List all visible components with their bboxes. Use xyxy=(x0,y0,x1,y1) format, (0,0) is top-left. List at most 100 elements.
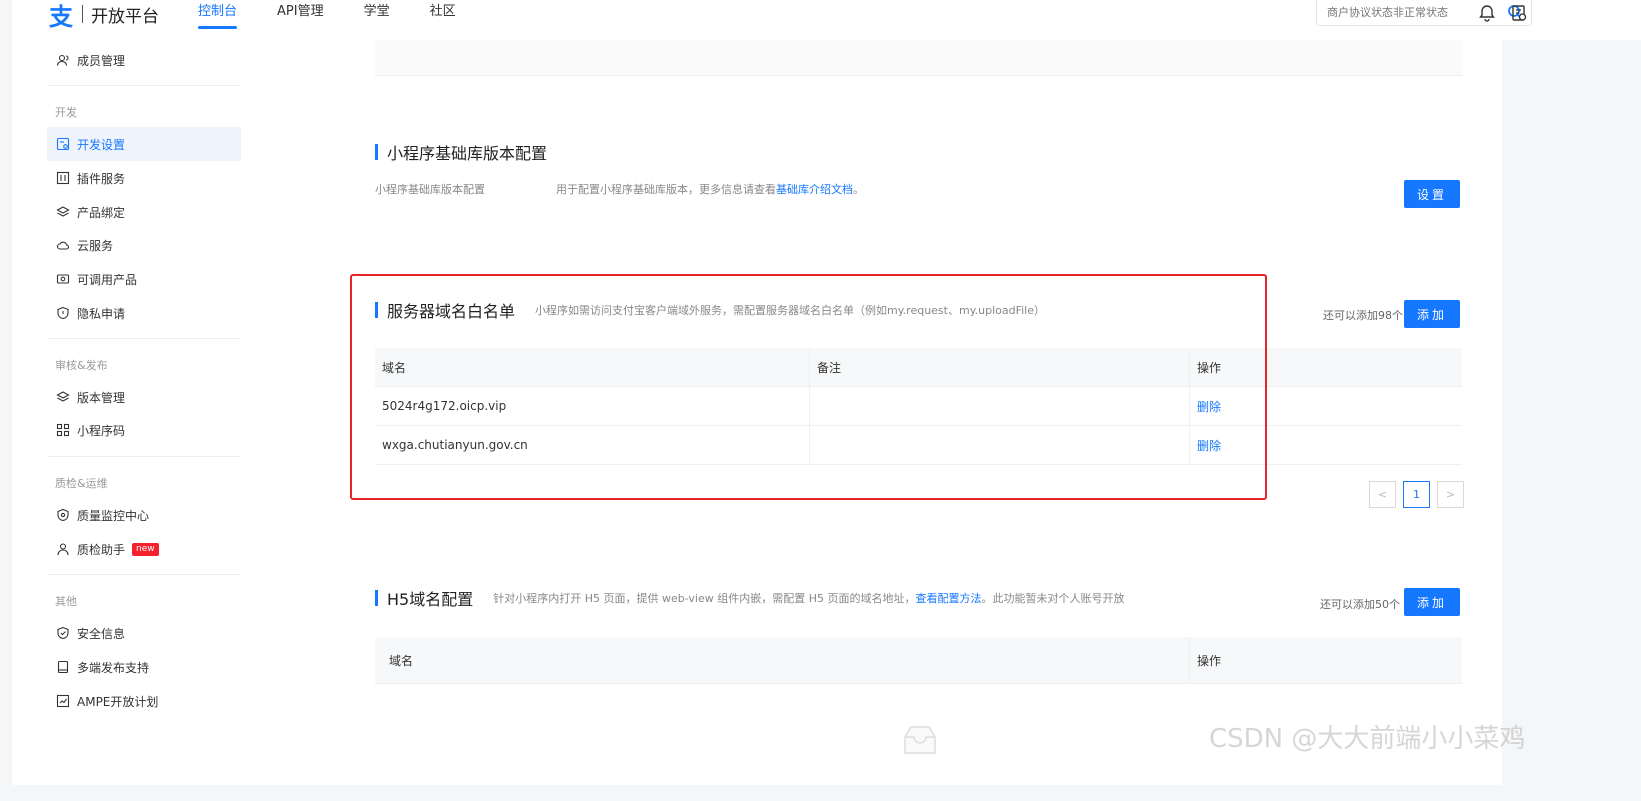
search-box xyxy=(1316,0,1532,26)
layers-icon xyxy=(56,391,70,402)
base-lib-doc-link[interactable]: 基础库介绍文档 xyxy=(776,183,853,196)
title-accent-bar xyxy=(375,590,378,606)
layers-icon xyxy=(56,206,70,217)
sidebar-item-qa-assistant[interactable]: 质检助手 new xyxy=(47,532,241,566)
search-input[interactable] xyxy=(1327,6,1497,19)
sidebar-item-qrcode[interactable]: 小程序码 xyxy=(47,413,241,447)
section-title-text: 服务器域名白名单 xyxy=(387,302,516,321)
grid-icon xyxy=(56,423,70,437)
shield-icon xyxy=(57,306,69,320)
base-lib-title: 小程序基础库版本配置 xyxy=(375,140,547,164)
plugin-icon xyxy=(56,171,70,185)
members-icon xyxy=(56,54,69,66)
server-domain-title: 服务器域名白名单 小程序如需访问支付宝客户端域外服务，需配置服务器域名白名单（例… xyxy=(375,298,1045,322)
sidebar-item-label: 质量监控中心 xyxy=(77,508,150,523)
sidebar-item-privacy[interactable]: 隐私申请 xyxy=(47,296,241,330)
delete-link[interactable]: 删除 xyxy=(1197,437,1221,454)
sidebar-item-callable-products[interactable]: 可调用产品 xyxy=(47,262,241,296)
column-header-remark: 备注 xyxy=(810,348,1190,386)
base-lib-desc: 用于配置小程序基础库版本，更多信息请查看基础库介绍文档。 xyxy=(556,181,864,197)
empty-inbox-icon xyxy=(904,726,936,754)
remark-cell xyxy=(810,426,1190,464)
base-lib-desc-suffix: 。 xyxy=(853,183,864,196)
shield-check-icon xyxy=(57,626,69,640)
sidebar-item-quality-monitor[interactable]: 质量监控中心 xyxy=(47,498,241,532)
section-title-text: H5域名配置 xyxy=(387,590,474,609)
section-title-text: 小程序基础库版本配置 xyxy=(387,144,548,163)
title-accent-bar xyxy=(375,144,378,160)
previous-section-bottom xyxy=(375,40,1462,76)
sidebar-item-label: 多端发布支持 xyxy=(77,660,150,675)
sidebar-divider xyxy=(47,456,241,457)
nav-console[interactable]: 控制台 xyxy=(198,0,238,30)
base-lib-label: 小程序基础库版本配置 xyxy=(375,183,485,196)
sidebar: 成员管理 开发 开发设置 插件服务 产品绑定 云服务 可调用产品 隐私申请 审核… xyxy=(12,40,335,785)
add-h5-domain-button[interactable]: 添加 xyxy=(1404,588,1460,616)
settings-doc-icon xyxy=(56,137,70,151)
pagination: < 1 > xyxy=(1362,481,1464,508)
sidebar-item-multi-platform[interactable]: 多端发布支持 xyxy=(47,650,241,684)
title-accent-bar xyxy=(375,302,378,318)
domain-cell: wxga.chutianyun.gov.cn xyxy=(375,426,810,464)
sidebar-item-members[interactable]: 成员管理 xyxy=(47,43,241,77)
chart-board-icon xyxy=(56,694,70,708)
sidebar-group-other: 其他 xyxy=(55,595,77,608)
user-icon xyxy=(57,543,69,556)
logo-text: 开放平台 xyxy=(91,6,159,27)
next-page-button[interactable]: > xyxy=(1437,481,1464,508)
sidebar-item-label: 安全信息 xyxy=(77,626,126,641)
remark-cell xyxy=(810,387,1190,425)
sidebar-item-label: 插件服务 xyxy=(77,171,126,186)
tablet-icon xyxy=(57,660,69,674)
delete-link[interactable]: 删除 xyxy=(1197,398,1221,415)
top-bar: 支 开放平台 控制台 API管理 学堂 社区 xyxy=(12,0,1641,40)
sidebar-item-label: 小程序码 xyxy=(77,423,126,438)
shield-icon xyxy=(57,508,69,522)
page-1-button[interactable]: 1 xyxy=(1403,481,1430,508)
nav-academy[interactable]: 学堂 xyxy=(364,0,390,30)
add-server-domain-button[interactable]: 添加 xyxy=(1404,300,1460,328)
h5-desc-text: 针对小程序内打开 H5 页面，提供 web-view 组件内嵌，需配置 H5 页… xyxy=(493,592,916,605)
sidebar-item-label: 隐私申请 xyxy=(77,306,126,321)
h5-domain-table: 域名 操作 xyxy=(375,637,1462,754)
action-cell: 删除 xyxy=(1190,426,1462,464)
table-row: wxga.chutianyun.gov.cn 删除 xyxy=(375,426,1462,465)
h5-domain-title: H5域名配置 针对小程序内打开 H5 页面，提供 web-view 组件内嵌，需… xyxy=(375,586,1125,610)
top-nav: 控制台 API管理 学堂 社区 xyxy=(198,0,496,30)
sidebar-divider xyxy=(47,85,241,86)
base-lib-settings-button[interactable]: 设置 xyxy=(1404,180,1460,208)
logo[interactable]: 支 开放平台 xyxy=(46,0,159,31)
base-lib-desc-text: 用于配置小程序基础库版本，更多信息请查看 xyxy=(556,183,776,196)
server-domain-desc: 小程序如需访问支付宝客户端域外服务，需配置服务器域名白名单（例如my.reque… xyxy=(535,304,1046,317)
h5-domain-quota: 还可以添加50个 xyxy=(1320,598,1400,611)
sidebar-item-label: AMPE开放计划 xyxy=(77,694,159,709)
sidebar-item-dev-settings[interactable]: 开发设置 xyxy=(47,127,241,161)
sidebar-group-review: 审核&发布 xyxy=(55,359,108,372)
sidebar-item-cloud[interactable]: 云服务 xyxy=(47,228,241,262)
sidebar-group-quality: 质检&运维 xyxy=(55,477,108,490)
sidebar-item-label: 质检助手 xyxy=(77,542,126,557)
column-header-domain: 域名 xyxy=(375,348,810,386)
sidebar-item-label: 成员管理 xyxy=(77,53,126,68)
sidebar-item-product-binding[interactable]: 产品绑定 xyxy=(47,195,241,229)
main-content: 小程序基础库版本配置 小程序基础库版本配置 用于配置小程序基础库版本，更多信息请… xyxy=(335,40,1502,785)
sidebar-item-plugins[interactable]: 插件服务 xyxy=(47,161,241,195)
sidebar-item-label: 开发设置 xyxy=(77,137,126,152)
h5-domain-desc: 针对小程序内打开 H5 页面，提供 web-view 组件内嵌，需配置 H5 页… xyxy=(493,590,1124,606)
sidebar-item-security[interactable]: 安全信息 xyxy=(47,616,241,650)
sidebar-item-versions[interactable]: 版本管理 xyxy=(47,380,241,414)
bell-icon[interactable] xyxy=(1477,3,1497,23)
nav-api[interactable]: API管理 xyxy=(277,0,324,30)
sidebar-item-ampe[interactable]: AMPE开放计划 xyxy=(47,684,241,718)
nav-community[interactable]: 社区 xyxy=(430,0,456,30)
prev-page-button[interactable]: < xyxy=(1369,481,1396,508)
cloud-icon xyxy=(56,241,70,250)
sidebar-item-label: 产品绑定 xyxy=(77,205,126,220)
sidebar-item-label: 版本管理 xyxy=(77,390,126,405)
sidebar-divider xyxy=(47,574,241,575)
h5-config-method-link[interactable]: 查看配置方法 xyxy=(916,592,982,605)
column-header-action: 操作 xyxy=(1197,360,1222,375)
document-check-icon[interactable] xyxy=(1509,3,1529,23)
table-header: 域名 操作 xyxy=(375,637,1462,684)
new-badge: new xyxy=(132,542,159,556)
